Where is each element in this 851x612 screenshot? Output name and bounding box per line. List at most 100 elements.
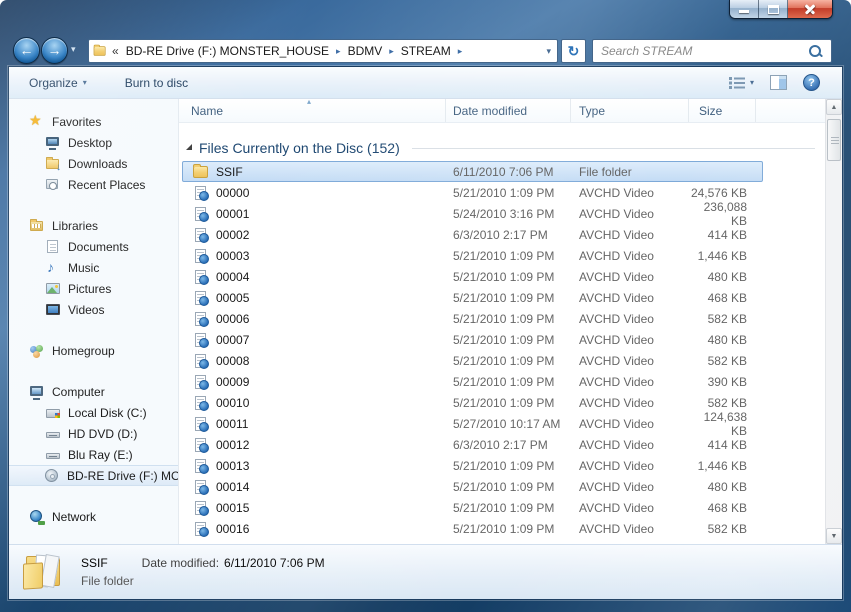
sidebar-label: Downloads xyxy=(68,156,128,171)
sidebar-label: Homegroup xyxy=(52,343,115,358)
group-expanded-icon[interactable] xyxy=(186,144,192,150)
address-folder-icon xyxy=(93,44,107,58)
maximize-button[interactable] xyxy=(759,0,788,18)
maximize-icon xyxy=(768,5,779,14)
preview-pane-button[interactable] xyxy=(770,75,787,90)
command-toolbar: Organize ▾ Burn to disc ▾ ? xyxy=(9,67,842,99)
breadcrumb-arrow-icon[interactable]: ▸ xyxy=(458,46,463,57)
sidebar-item-recent-places[interactable]: Recent Places xyxy=(9,174,178,195)
scrollbar-thumb[interactable] xyxy=(827,119,841,161)
breadcrumb-segment-stream[interactable]: STREAM xyxy=(399,44,453,58)
change-view-button[interactable]: ▾ xyxy=(728,76,754,89)
sidebar-item-local-disk-c[interactable]: Local Disk (C:) xyxy=(9,402,178,423)
details-item-name: SSIF xyxy=(81,556,108,570)
details-date-label: Date modified: xyxy=(141,556,220,570)
optical-drive-icon xyxy=(45,426,61,442)
table-row[interactable]: 00005 5/21/2010 1:09 PM AVCHD Video 468 … xyxy=(179,287,825,308)
organize-button[interactable]: Organize ▾ xyxy=(21,72,95,94)
hard-disk-icon xyxy=(45,405,61,421)
column-header-size[interactable]: Size xyxy=(689,99,756,122)
address-bar[interactable]: « BD-RE Drive (F:) MONSTER_HOUSE ▸ BDMV … xyxy=(88,39,558,63)
group-header-label: Files Currently on the Disc (152) xyxy=(199,140,400,156)
sidebar-item-libraries[interactable]: Libraries xyxy=(9,215,178,236)
sidebar-item-computer[interactable]: Computer xyxy=(9,381,178,402)
sidebar-label: Local Disk (C:) xyxy=(68,405,147,420)
address-dropdown-icon[interactable]: ▾ xyxy=(546,46,551,57)
sidebar-item-documents[interactable]: Documents xyxy=(9,236,178,257)
refresh-button[interactable]: ↻ xyxy=(561,39,586,63)
sidebar-item-blu-ray-e[interactable]: Blu Ray (E:) xyxy=(9,444,178,465)
burn-to-disc-label: Burn to disc xyxy=(124,75,189,90)
sidebar-item-videos[interactable]: Videos xyxy=(9,299,178,320)
column-header-date-modified[interactable]: Date modified xyxy=(446,99,571,122)
breadcrumb-segment-drive[interactable]: BD-RE Drive (F:) MONSTER_HOUSE xyxy=(124,44,331,58)
avchd-video-icon xyxy=(193,395,209,411)
documents-icon xyxy=(45,239,61,255)
chevron-down-icon: ▾ xyxy=(749,78,754,87)
table-row[interactable]: 00003 5/21/2010 1:09 PM AVCHD Video 1,44… xyxy=(179,245,825,266)
table-row[interactable]: 00012 6/3/2010 2:17 PM AVCHD Video 414 K… xyxy=(179,434,825,455)
folder-icon xyxy=(193,163,209,180)
burn-to-disc-button[interactable]: Burn to disc xyxy=(117,72,196,94)
breadcrumb-overflow[interactable]: « xyxy=(112,44,119,58)
table-row[interactable]: 00013 5/21/2010 1:09 PM AVCHD Video 1,44… xyxy=(179,455,825,476)
sidebar-item-homegroup[interactable]: Homegroup xyxy=(9,340,178,361)
table-row[interactable]: 00015 5/21/2010 1:09 PM AVCHD Video 468 … xyxy=(179,497,825,518)
back-button[interactable]: ← xyxy=(13,37,40,64)
table-row[interactable]: 00009 5/21/2010 1:09 PM AVCHD Video 390 … xyxy=(179,371,825,392)
sidebar-item-bdre-drive-f[interactable]: BD-RE Drive (F:) MO xyxy=(9,465,178,486)
sidebar-item-music[interactable]: Music xyxy=(9,257,178,278)
breadcrumb-arrow-icon[interactable]: ▸ xyxy=(336,46,341,57)
details-item-type: File folder xyxy=(81,574,134,588)
sidebar-label: Videos xyxy=(68,302,105,317)
column-header-type[interactable]: Type xyxy=(571,99,689,122)
sidebar-item-network[interactable]: Network xyxy=(9,506,178,527)
network-icon xyxy=(29,509,45,525)
table-row[interactable]: 00001 5/24/2010 3:16 PM AVCHD Video 236,… xyxy=(179,200,825,228)
table-row[interactable]: 00006 5/21/2010 1:09 PM AVCHD Video 582 … xyxy=(179,308,825,329)
sidebar-item-downloads[interactable]: ↓ Downloads xyxy=(9,153,178,174)
sort-ascending-icon: ▴ xyxy=(307,97,312,106)
scroll-down-button[interactable]: ▼ xyxy=(826,528,842,544)
sidebar-item-pictures[interactable]: Pictures xyxy=(9,278,178,299)
scroll-up-button[interactable]: ▲ xyxy=(826,99,842,115)
avchd-video-icon xyxy=(193,206,209,222)
forward-button[interactable]: → xyxy=(41,37,68,64)
table-row[interactable]: 00011 5/27/2010 10:17 AM AVCHD Video 124… xyxy=(179,410,825,438)
table-row[interactable]: 00014 5/21/2010 1:09 PM AVCHD Video 480 … xyxy=(179,476,825,497)
group-header[interactable]: Files Currently on the Disc (152) xyxy=(179,135,825,161)
history-dropdown[interactable]: ▾ xyxy=(71,44,76,55)
sidebar-item-hd-dvd-d[interactable]: HD DVD (D:) xyxy=(9,423,178,444)
column-header-filler xyxy=(756,99,825,122)
sidebar-label: BD-RE Drive (F:) MO xyxy=(67,468,178,483)
minimize-button[interactable] xyxy=(730,0,759,18)
close-icon xyxy=(804,3,816,15)
libraries-icon xyxy=(29,218,45,234)
table-row[interactable]: 00004 5/21/2010 1:09 PM AVCHD Video 480 … xyxy=(179,266,825,287)
avchd-video-icon xyxy=(193,374,209,390)
column-header-name[interactable]: ▴ Name xyxy=(179,97,446,122)
sidebar-item-desktop[interactable]: Desktop xyxy=(9,132,178,153)
search-icon[interactable] xyxy=(809,44,823,58)
table-row[interactable]: SSIF 6/11/2010 7:06 PM File folder xyxy=(179,161,825,182)
sidebar-label: Libraries xyxy=(52,218,99,233)
search-input[interactable] xyxy=(593,40,809,62)
homegroup-icon xyxy=(29,343,45,359)
help-icon: ? xyxy=(808,77,815,89)
main-area: Favorites Desktop ↓ Downloads Recent Pla… xyxy=(9,97,842,544)
table-row[interactable]: 00008 5/21/2010 1:09 PM AVCHD Video 582 … xyxy=(179,350,825,371)
help-button[interactable]: ? xyxy=(803,74,820,91)
avchd-video-icon xyxy=(193,311,209,327)
close-button[interactable] xyxy=(788,0,832,18)
minimize-icon xyxy=(739,10,749,13)
sidebar-item-favorites[interactable]: Favorites xyxy=(9,111,178,132)
avchd-video-icon xyxy=(193,332,209,348)
breadcrumb-segment-bdmv[interactable]: BDMV xyxy=(346,44,385,58)
breadcrumb-arrow-icon[interactable]: ▸ xyxy=(389,46,394,57)
vertical-scrollbar[interactable]: ▲ ▼ xyxy=(825,99,842,544)
table-row[interactable]: 00002 6/3/2010 2:17 PM AVCHD Video 414 K… xyxy=(179,224,825,245)
table-row[interactable]: 00016 5/21/2010 1:09 PM AVCHD Video 582 … xyxy=(179,518,825,539)
table-row[interactable]: 00007 5/21/2010 1:09 PM AVCHD Video 480 … xyxy=(179,329,825,350)
music-icon xyxy=(45,259,61,276)
avchd-video-icon xyxy=(193,479,209,495)
